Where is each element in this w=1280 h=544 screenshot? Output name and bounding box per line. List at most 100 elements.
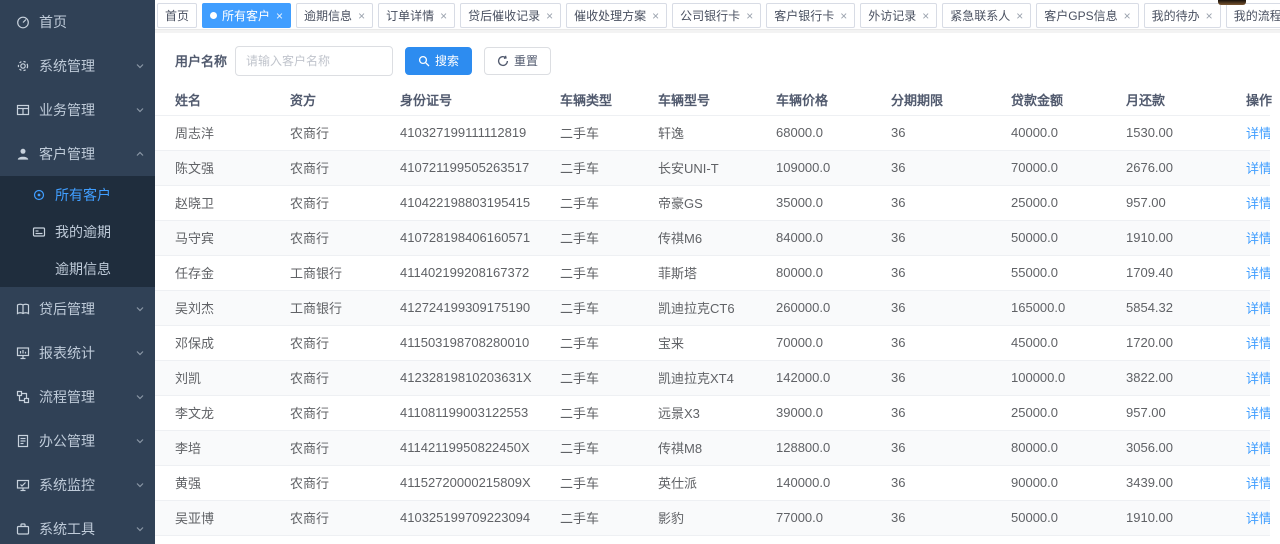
close-icon[interactable]: × (840, 10, 847, 22)
close-icon[interactable]: × (546, 10, 553, 22)
table-cell (380, 535, 540, 544)
table-cell: 5854.32 (1106, 290, 1226, 325)
tab-overdue-info[interactable]: 逾期信息× (296, 3, 373, 28)
sidebar-item-system[interactable]: 系统管理 (0, 44, 155, 88)
table-cell: 80000.0 (991, 430, 1106, 465)
detail-link[interactable]: 详情 (1246, 266, 1270, 281)
close-icon[interactable]: × (922, 10, 929, 22)
sidebar-item-business[interactable]: 业务管理 (0, 88, 155, 132)
action-cell: 详情 (1226, 360, 1270, 395)
close-icon[interactable]: × (1206, 10, 1213, 22)
sidebar-item-home[interactable]: 首页 (0, 0, 155, 44)
sidebar-item-customer[interactable]: 客户管理 (0, 132, 155, 176)
detail-link[interactable]: 详情 (1246, 231, 1270, 246)
table-cell (638, 535, 756, 544)
close-icon[interactable]: × (1124, 10, 1131, 22)
tab-customer-bank-card[interactable]: 客户银行卡× (766, 3, 855, 28)
main-area: 首页所有客户×逾期信息×订单详情×贷后催收记录×催收处理方案×公司银行卡×客户银… (155, 0, 1280, 544)
table-cell (1106, 535, 1226, 544)
tab-my-process[interactable]: 我的流程× (1226, 3, 1280, 28)
detail-link[interactable]: 详情 (1246, 301, 1270, 316)
tab-my-todo[interactable]: 我的待办× (1144, 3, 1221, 28)
sidebar-item-office[interactable]: 办公管理 (0, 419, 155, 463)
action-cell: 详情 (1226, 220, 1270, 255)
detail-link[interactable]: 详情 (1246, 161, 1270, 176)
table-cell: 农商行 (270, 185, 380, 220)
tab-customer-gps[interactable]: 客户GPS信息 × (1036, 3, 1138, 28)
detail-link[interactable]: 详情 (1246, 476, 1270, 491)
sidebar-item-tools[interactable]: 系统工具 (0, 507, 155, 544)
close-icon[interactable]: × (746, 10, 753, 22)
detail-link[interactable]: 详情 (1246, 371, 1270, 386)
reset-button[interactable]: 重置 (484, 47, 551, 75)
monitor-icon (16, 478, 30, 492)
table-cell: 41152720000215809X (380, 465, 540, 500)
close-icon[interactable]: × (652, 10, 659, 22)
table-cell: 二手车 (540, 185, 638, 220)
tab-all-customers[interactable]: 所有客户× (202, 3, 291, 28)
tab-label: 客户GPS信息 (1044, 7, 1117, 24)
table-cell: 凯迪拉克XT4 (638, 360, 756, 395)
table-cell: 36 (871, 115, 991, 150)
search-form: 用户名称 搜索 重置 (155, 33, 1280, 90)
table-cell: 二手车 (540, 465, 638, 500)
sidebar-item-label: 报表统计 (39, 343, 135, 363)
detail-link[interactable]: 详情 (1246, 336, 1270, 351)
table-cell: 1910.00 (1106, 500, 1226, 535)
tab-collection-plan[interactable]: 催收处理方案× (566, 3, 667, 28)
action-cell: 详情 (1226, 255, 1270, 290)
table-cell: 帝豪GS (638, 185, 756, 220)
table-cell (540, 535, 638, 544)
sidebar-item-my-overdue[interactable]: 我的逾期 (0, 213, 155, 250)
tab-emergency-contacts[interactable]: 紧急联系人× (942, 3, 1031, 28)
doc-icon (16, 434, 30, 448)
detail-link[interactable]: 详情 (1246, 511, 1270, 526)
table-cell (270, 535, 380, 544)
close-icon[interactable]: × (358, 10, 365, 22)
table-cell: 410721199505263517 (380, 150, 540, 185)
table-cell: 陈文强 (155, 150, 270, 185)
chevron-down-icon (135, 524, 145, 534)
column-header: 月还款 (1106, 90, 1226, 116)
sidebar-item-process[interactable]: 流程管理 (0, 375, 155, 419)
detail-link[interactable]: 详情 (1246, 196, 1270, 211)
column-header: 车辆型号 (638, 90, 756, 116)
search-button-label: 搜索 (435, 52, 459, 69)
detail-link[interactable]: 详情 (1246, 126, 1270, 141)
table-cell: 36 (871, 185, 991, 220)
table-cell: 77000.0 (756, 500, 871, 535)
sidebar-item-overdue-info[interactable]: 逾期信息 (0, 250, 155, 287)
sidebar-item-loan[interactable]: 贷后管理 (0, 287, 155, 331)
tab-home[interactable]: 首页 (157, 3, 197, 28)
tab-order-detail[interactable]: 订单详情× (378, 3, 455, 28)
table-cell: 传祺M6 (638, 220, 756, 255)
table-cell: 36 (871, 465, 991, 500)
close-icon[interactable]: × (1016, 10, 1023, 22)
tab-collection-records[interactable]: 贷后催收记录× (460, 3, 561, 28)
detail-link[interactable]: 详情 (1246, 441, 1270, 456)
close-icon[interactable]: × (276, 10, 283, 22)
sidebar-item-all-customers[interactable]: 所有客户 (0, 176, 155, 213)
sidebar-item-report[interactable]: 报表统计 (0, 331, 155, 375)
chevron-down-icon (135, 480, 145, 490)
detail-link[interactable]: 详情 (1246, 406, 1270, 421)
table-cell: 36 (871, 325, 991, 360)
tab-company-bank-card[interactable]: 公司银行卡× (672, 3, 761, 28)
table-cell: 1720.00 (1106, 325, 1226, 360)
table-cell: 二手车 (540, 150, 638, 185)
search-button[interactable]: 搜索 (405, 47, 472, 75)
tab-visit-records[interactable]: 外访记录× (860, 3, 937, 28)
toolbox-icon (16, 522, 30, 536)
sidebar-item-monitor[interactable]: 系统监控 (0, 463, 155, 507)
close-icon[interactable]: × (440, 10, 447, 22)
table-cell: 宝来 (638, 325, 756, 360)
table-cell: 36 (871, 360, 991, 395)
action-cell: 详情 (1226, 185, 1270, 220)
table-cell: 刘凯 (155, 360, 270, 395)
table-cell: 36 (871, 220, 991, 255)
table-cell: 农商行 (270, 395, 380, 430)
table-cell: 50000.0 (991, 500, 1106, 535)
search-input[interactable] (235, 46, 393, 76)
table-row: 黄强农商行41152720000215809X二手车英仕派140000.0369… (155, 465, 1270, 500)
table-cell: 农商行 (270, 465, 380, 500)
